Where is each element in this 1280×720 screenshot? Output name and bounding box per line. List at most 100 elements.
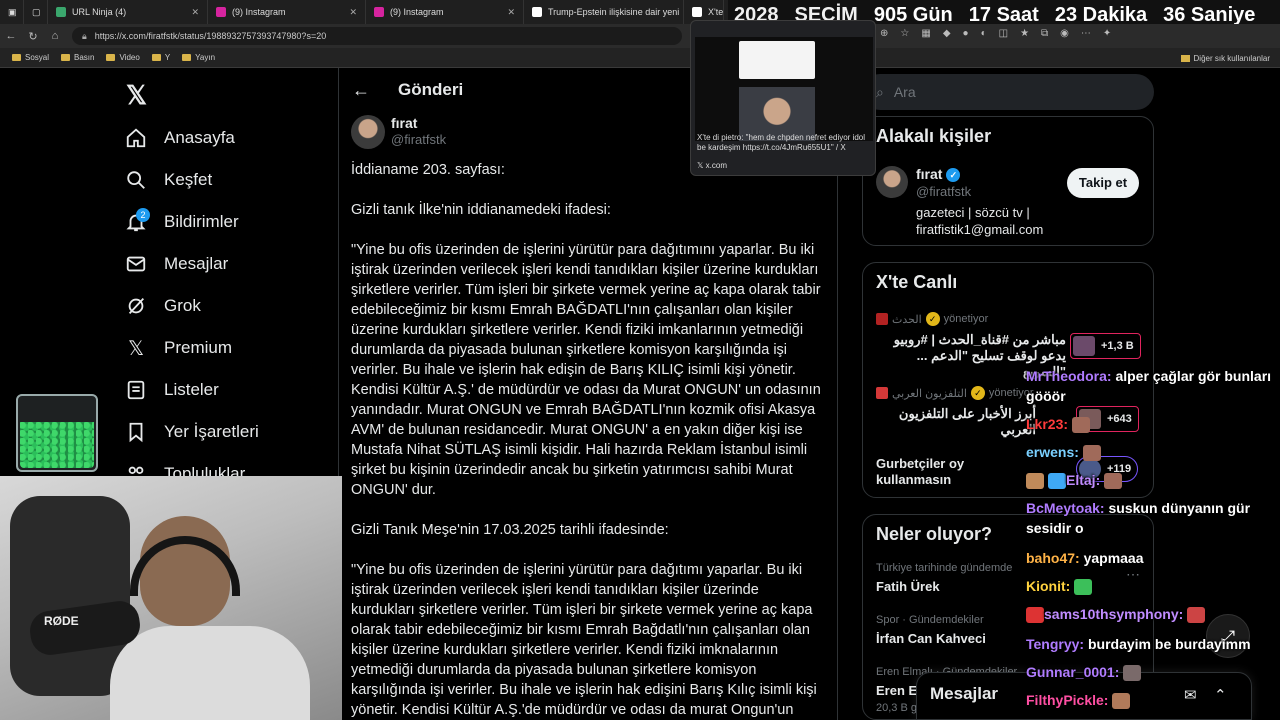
messages-drawer-title[interactable]: Mesajlar [930, 684, 998, 704]
related-title: Alakalı kişiler [876, 126, 992, 146]
collections-icon[interactable]: ⧉ [1041, 28, 1048, 39]
preview-quote-card [739, 41, 815, 79]
live-source[interactable]: الحدث ✓ yönetiyor [876, 312, 988, 326]
notification-badge: 2 [136, 208, 150, 222]
nav-home[interactable]: Anasayfa [124, 126, 235, 150]
x-favicon-icon [692, 7, 702, 17]
nav-label: Yer İşaretleri [164, 422, 259, 441]
bookmark-item[interactable]: Basın [61, 53, 94, 62]
live-item-title[interactable]: أبرز الأخبار على التلفزيون العربي [876, 406, 1036, 438]
follow-button[interactable]: Takip et [1067, 168, 1139, 198]
chat-username: Kionit: [1026, 578, 1071, 594]
page-title: Gönderi [398, 80, 464, 99]
tab-overview-icon[interactable]: ▢ [24, 0, 48, 24]
bookmark-label: Y [164, 53, 171, 62]
related-name-text: fırat [916, 166, 943, 182]
tab-instagram-1[interactable]: (9) Instagram ✕ [208, 0, 366, 24]
url-ninja-favicon-icon [56, 7, 66, 17]
screen: ▣ ▢ URL Ninja (4) ✕ (9) Instagram ✕ (9) … [0, 0, 1280, 720]
address-bar[interactable]: 🔒︎ https://x.com/firatfstk/status/198893… [72, 27, 682, 45]
other-bookmarks-label: Diğer sık kullanılanlar [1193, 53, 1270, 63]
home-icon [124, 126, 148, 150]
chat-message: erwens: [1026, 442, 1101, 462]
shirt [110, 626, 310, 720]
chat-username: MrTheodora: [1026, 368, 1112, 384]
nav-lists[interactable]: Listeler [124, 378, 219, 402]
trend-name[interactable]: Fatih Ürek [876, 579, 940, 594]
bead-jar-widget [16, 394, 98, 472]
extension-icon[interactable]: ◆ [943, 28, 951, 39]
x-logo-icon[interactable]: 𝕏 [126, 80, 147, 111]
chat-message: MrTheodora: alper çağlar gör bunları göö… [1026, 366, 1276, 406]
author-handle[interactable]: @firatfstk [391, 132, 446, 147]
tab-url-ninja[interactable]: URL Ninja (4) ✕ [48, 0, 208, 24]
nav-premium[interactable]: 𝕏 Premium [124, 336, 232, 360]
close-icon[interactable]: ✕ [183, 7, 199, 18]
tab-trump-epstein[interactable]: Trump-Epstein ilişkisine dair yeni [524, 0, 684, 24]
favorites-icon[interactable]: ★ [1020, 28, 1029, 39]
nav-bookmarks[interactable]: Yer İşaretleri [124, 420, 259, 444]
nav-label: Premium [164, 338, 233, 357]
tab-actions-icon[interactable]: ▣ [0, 0, 24, 24]
avatar[interactable] [351, 115, 385, 149]
emote-icon [1074, 579, 1093, 596]
chat-text: yapmaaa [1083, 550, 1144, 566]
search-input[interactable]: ⌕ Ara [862, 74, 1154, 110]
related-name[interactable]: fırat ✓ [916, 166, 961, 183]
extension-icons: ⊕ ☆ ▦ ◆ ● ◐ ◫ ★ ⧉ ◉ ⋯ ✦ [880, 28, 1111, 39]
close-icon[interactable]: ✕ [499, 7, 515, 18]
nav-messages[interactable]: Mesajlar [124, 252, 228, 276]
more-icon[interactable]: ⋯ [1126, 566, 1140, 583]
home-button-icon[interactable]: ⌂ [44, 30, 66, 42]
profile-avatar[interactable]: ◉ [1060, 28, 1069, 39]
back-icon[interactable]: ← [0, 30, 22, 42]
chat-message: baho47: yapmaaa [1026, 548, 1144, 568]
live-item-title[interactable]: Gurbetçiler oy kullanmasın [876, 456, 1026, 488]
emote-icon [1026, 473, 1044, 490]
live-source[interactable]: التلفزيون العربي ✓ yönetiyor [876, 386, 1034, 400]
live-source-name: التلفزيون العربي [892, 387, 967, 400]
trend-name[interactable]: Eren El [876, 683, 921, 698]
lock-icon: 🔒︎ [82, 30, 87, 41]
bookmark-label: Video [119, 53, 140, 62]
author-name[interactable]: fırat [391, 115, 417, 131]
more-icon[interactable]: ⋯ [1081, 28, 1091, 39]
new-message-icon[interactable]: ✉ [1184, 686, 1197, 704]
trend-name[interactable]: İrfan Can Kahveci [876, 631, 986, 646]
list-icon [124, 378, 148, 402]
tab-instagram-2[interactable]: (9) Instagram ✕ [366, 0, 524, 24]
tab-hover-preview: X'te di pietro: "hem de chpden nefret ed… [690, 20, 876, 176]
bookmark-item[interactable]: Y [151, 53, 171, 62]
trends-title: Neler oluyor? [876, 524, 993, 544]
extension-icon[interactable]: ◐ [981, 28, 987, 39]
back-arrow-icon[interactable]: ← [352, 80, 370, 101]
avatar[interactable] [876, 166, 908, 198]
refresh-icon[interactable]: ↻ [22, 30, 44, 43]
emote-icon [1104, 473, 1123, 490]
copilot-icon[interactable]: ✦ [1103, 28, 1111, 39]
nav-grok[interactable]: Grok [124, 294, 201, 318]
search-icon: ⌕ [876, 83, 884, 100]
chat-username: Lkr23: [1026, 416, 1069, 432]
bookmark-item[interactable]: Yayın [182, 53, 215, 62]
close-icon[interactable]: ✕ [341, 7, 357, 18]
listener-count[interactable]: +1,3 B [1070, 333, 1141, 359]
bookmark-item[interactable]: Video [106, 53, 140, 62]
instagram-favicon-icon [216, 7, 226, 17]
tab-label: X'te [708, 7, 724, 17]
nav-label: Anasayfa [164, 128, 235, 147]
zoom-icon[interactable]: ⊕ [880, 28, 888, 39]
nav-explore[interactable]: Keşfet [124, 168, 212, 192]
star-icon[interactable]: ☆ [900, 28, 909, 39]
extension-icon[interactable]: ● [963, 28, 969, 39]
other-bookmarks[interactable]: Diğer sık kullanılanlar [1180, 48, 1270, 68]
expand-icon[interactable]: ⌃ [1214, 686, 1227, 704]
folder-icon [151, 54, 161, 61]
extension-icon[interactable]: ▦ [921, 28, 930, 39]
beads [20, 422, 94, 468]
emote-icon [1187, 607, 1206, 624]
bookmark-item[interactable]: Sosyal [12, 53, 49, 62]
split-screen-icon[interactable]: ◫ [999, 28, 1008, 39]
channel-logo-icon [876, 313, 888, 325]
rode-logo: RØDE [44, 614, 79, 628]
